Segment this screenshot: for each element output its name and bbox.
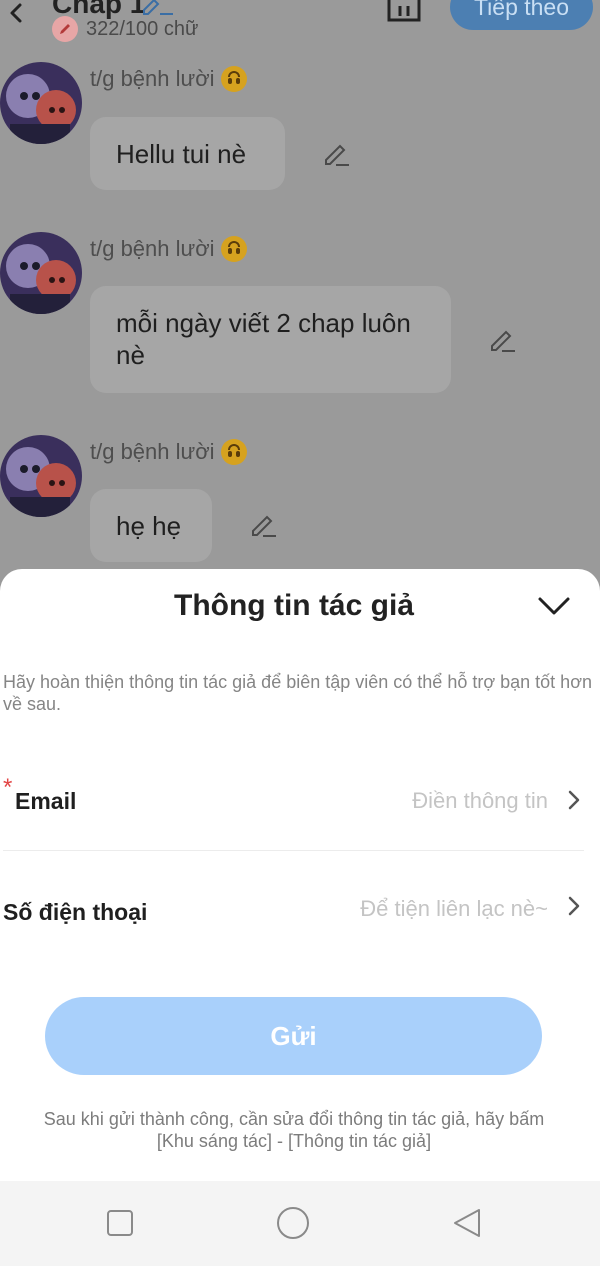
upside-down-face-icon	[220, 439, 247, 465]
phone-label: Số điện thoại	[3, 899, 148, 925]
sheet-title: Thông tin tác giả	[174, 589, 414, 622]
next-button[interactable]: Tiếp theo	[450, 0, 593, 30]
pencil-icon[interactable]	[322, 140, 350, 168]
chevron-left-icon[interactable]	[6, 2, 28, 24]
message-bubble[interactable]: hẹ hẹ	[90, 489, 212, 562]
pencil-icon	[52, 16, 78, 42]
square-icon[interactable]	[100, 1203, 140, 1243]
sheet-footnote: Sau khi gửi thành công, cần sửa đổi thôn…	[43, 1109, 545, 1151]
pencil-icon[interactable]	[488, 326, 516, 354]
author-name: t/g bệnh lười	[90, 439, 247, 465]
circle-icon[interactable]	[273, 1203, 313, 1243]
word-count: 322/100 chữ	[52, 16, 198, 42]
avatar[interactable]	[0, 62, 82, 144]
phone-field[interactable]: Số điện thoại Để tiện liên lạc nè~	[0, 886, 600, 946]
required-mark: *	[3, 774, 13, 801]
author-name: t/g bệnh lười	[90, 236, 247, 262]
message-bubble[interactable]: mỗi ngày viết 2 chap luôn nè	[90, 286, 451, 393]
message-bubble[interactable]: Hellu tui nè	[90, 117, 285, 190]
upside-down-face-icon	[220, 236, 247, 262]
editor-header: Chap 1 322/100 chữ Tiếp theo	[0, 0, 600, 48]
system-navbar	[0, 1181, 600, 1266]
author-name: t/g bệnh lười	[90, 66, 247, 92]
avatar[interactable]	[0, 435, 82, 517]
email-placeholder[interactable]: Điền thông tin	[412, 788, 548, 814]
triangle-back-icon[interactable]	[447, 1203, 487, 1243]
divider	[3, 850, 584, 851]
chevron-right-icon[interactable]	[566, 895, 582, 917]
upside-down-face-icon	[220, 66, 247, 92]
phone-placeholder[interactable]: Để tiện liên lạc nè~	[360, 896, 548, 922]
chat-background: Chap 1 322/100 chữ Tiếp theo t/g bệnh lư…	[0, 0, 600, 600]
book-icon[interactable]	[386, 0, 422, 24]
sheet-description: Hãy hoàn thiện thông tin tác giả để biên…	[3, 672, 593, 714]
chevron-down-icon[interactable]	[536, 591, 572, 621]
submit-button[interactable]: Gửi	[45, 997, 542, 1075]
email-label: Email	[15, 788, 77, 814]
email-field[interactable]: * Email Điền thông tin	[0, 774, 600, 834]
chevron-right-icon[interactable]	[566, 789, 582, 811]
author-info-sheet: Thông tin tác giả Hãy hoàn thiện thông t…	[0, 569, 600, 1181]
word-count-text: 322/100 chữ	[86, 17, 199, 40]
avatar[interactable]	[0, 232, 82, 314]
pencil-icon[interactable]	[249, 511, 277, 539]
